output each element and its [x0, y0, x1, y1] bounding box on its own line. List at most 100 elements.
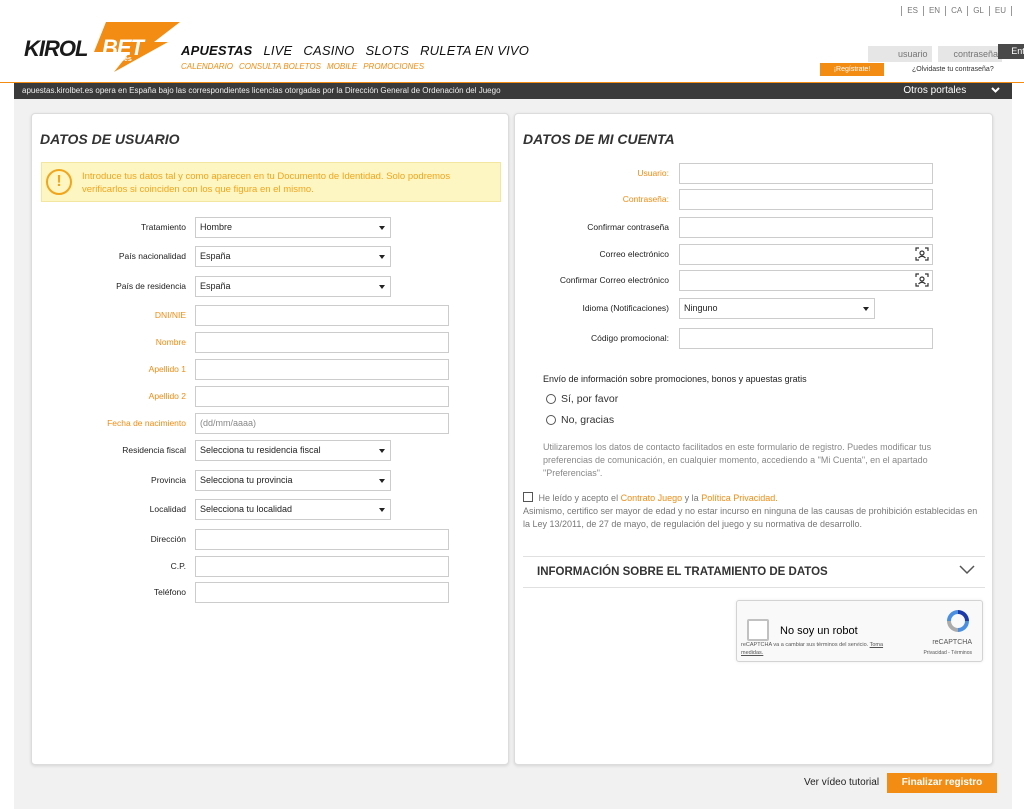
register-button[interactable]: ¡Regístrate!	[820, 63, 884, 76]
confirmar-contrasena-input[interactable]	[679, 217, 933, 238]
politica-privacidad-link[interactable]: Política Privacidad.	[701, 493, 778, 503]
field-label: Teléfono	[153, 587, 186, 597]
field-label: Código promocional:	[591, 333, 669, 343]
form-row-confirmar-contrasena: Confirmar contraseña	[515, 217, 975, 238]
nav-apuestas[interactable]: APUESTAS	[181, 43, 252, 58]
residencia-fiscal-select[interactable]: Selecciona tu residencia fiscal	[195, 440, 391, 461]
nav-casino[interactable]: CASINO	[303, 43, 354, 58]
video-tutorial-link[interactable]: Ver vídeo tutorial	[804, 777, 879, 788]
fecha-nacimiento-input[interactable]: (dd/mm/aaaa)	[195, 413, 449, 434]
identity-warning: ! Introduce tus datos tal y como aparece…	[41, 162, 501, 202]
sub-nav: CALENDARIO CONSULTA BOLETOS MOBILE PROMO…	[181, 62, 424, 71]
dni-input[interactable]	[195, 305, 449, 326]
usuario-input[interactable]	[679, 163, 933, 184]
field-label: Dirección	[150, 534, 186, 544]
contrato-juego-link[interactable]: Contrato Juego	[621, 493, 683, 503]
language-switcher: ES EN CA GL EU	[901, 6, 1012, 16]
radio-circle	[546, 394, 556, 404]
lang-es[interactable]: ES	[901, 6, 923, 16]
lang-gl[interactable]: GL	[967, 6, 989, 16]
terms-checkbox[interactable]	[523, 492, 533, 502]
promo-title: Envío de información sobre promociones, …	[543, 374, 807, 384]
field-label: Correo electrónico	[599, 249, 669, 259]
lang-ca[interactable]: CA	[945, 6, 967, 16]
recaptcha-widget: No soy un robot reCAPTCHA va a cambiar s…	[736, 600, 983, 662]
lang-eu[interactable]: EU	[988, 6, 1012, 16]
account-data-panel: DATOS DE MI CUENTA Usuario: Contraseña: …	[514, 113, 993, 765]
kirolbet-logo[interactable]: KIROL BET .es	[24, 22, 180, 72]
nav-ruleta[interactable]: RULETA EN VIVO	[420, 43, 529, 58]
nav-slots[interactable]: SLOTS	[365, 43, 409, 58]
tratamiento-select[interactable]: Hombre	[195, 217, 391, 238]
pais-residencia-select[interactable]: España	[195, 276, 391, 297]
cp-input[interactable]	[195, 556, 449, 577]
subnav-calendario[interactable]: CALENDARIO	[181, 62, 233, 71]
radio-circle	[546, 415, 556, 425]
finish-registration-button[interactable]: Finalizar registro	[887, 773, 997, 793]
telefono-input[interactable]	[195, 582, 449, 603]
field-label: Apellido 1	[148, 364, 186, 374]
form-row-apellido2: Apellido 2	[32, 386, 492, 407]
form-row-apellido1: Apellido 1	[32, 359, 492, 380]
idioma-select[interactable]: Ninguno	[679, 298, 875, 319]
license-text: apuestas.kirolbet.es opera en España baj…	[22, 86, 501, 95]
contrasena-input[interactable]	[679, 189, 933, 210]
registration-area: DATOS DE USUARIO ! Introduce tus datos t…	[14, 99, 1012, 809]
field-label: Confirmar Correo electrónico	[559, 275, 669, 285]
terms-prefix: He leído y acepto el	[538, 493, 619, 503]
main-nav: APUESTAS LIVE CASINO SLOTS RULETA EN VIV…	[181, 43, 529, 58]
form-row-dni: DNI/NIE	[32, 305, 492, 326]
login-password-input[interactable]	[938, 46, 1002, 62]
subnav-mobile[interactable]: MOBILE	[327, 62, 357, 71]
form-row-localidad: Localidad Selecciona tu localidad	[32, 499, 492, 520]
direccion-input[interactable]	[195, 529, 449, 550]
contact-card-icon[interactable]	[915, 273, 929, 287]
confirmar-correo-input[interactable]	[679, 270, 933, 291]
field-label: C.P.	[170, 561, 186, 571]
apellido1-input[interactable]	[195, 359, 449, 380]
recaptcha-checkbox[interactable]	[747, 619, 769, 641]
other-portals-label: Otros portales	[903, 85, 967, 96]
recaptcha-logo-icon	[947, 610, 969, 632]
form-row-nombre: Nombre	[32, 332, 492, 353]
form-row-correo: Correo electrónico	[515, 244, 975, 265]
data-treatment-accordion[interactable]: INFORMACIÓN SOBRE EL TRATAMIENTO DE DATO…	[523, 556, 985, 588]
lang-en[interactable]: EN	[922, 6, 945, 16]
subnav-promociones[interactable]: PROMOCIONES	[363, 62, 424, 71]
form-row-contrasena: Contraseña:	[515, 189, 975, 210]
apellido2-input[interactable]	[195, 386, 449, 407]
promo-note: Utilizaremos los datos de contacto facil…	[543, 442, 932, 478]
form-row-confirmar-correo: Confirmar Correo electrónico	[515, 270, 975, 291]
chevron-down-icon	[959, 565, 975, 575]
pais-nacionalidad-select[interactable]: España	[195, 246, 391, 267]
provincia-select[interactable]: Selecciona tu provincia	[195, 470, 391, 491]
form-row-tratamiento: Tratamiento Hombre	[32, 217, 492, 238]
promo-yes-label: Sí, por favor	[561, 393, 619, 405]
codigo-promocional-input[interactable]	[679, 328, 933, 349]
localidad-select[interactable]: Selecciona tu localidad	[195, 499, 391, 520]
form-row-direccion: Dirección	[32, 529, 492, 550]
login-username-input[interactable]	[867, 46, 932, 62]
warning-icon: !	[46, 169, 72, 195]
form-row-codigo-promocional: Código promocional:	[515, 328, 975, 349]
field-label: Confirmar contraseña	[587, 222, 669, 232]
nav-live[interactable]: LIVE	[263, 43, 292, 58]
recaptcha-links[interactable]: Privacidad - Términos	[923, 650, 972, 656]
subnav-consulta-boletos[interactable]: CONSULTA BOLETOS	[239, 62, 321, 71]
field-label: País nacionalidad	[118, 251, 186, 261]
field-label: Idioma (Notificaciones)	[582, 303, 669, 313]
promo-no-radio[interactable]: No, gracias	[546, 414, 614, 426]
field-label: Residencia fiscal	[122, 445, 186, 455]
contact-card-icon[interactable]	[915, 247, 929, 261]
other-portals-dropdown[interactable]: Otros portales	[903, 83, 1000, 99]
field-label: Usuario:	[637, 168, 669, 178]
field-label: Tratamiento	[140, 222, 186, 232]
recaptcha-label: No soy un robot	[780, 625, 858, 637]
data-treatment-title: INFORMACIÓN SOBRE EL TRATAMIENTO DE DATO…	[537, 566, 828, 578]
chevron-down-icon	[991, 83, 1000, 99]
promo-yes-radio[interactable]: Sí, por favor	[546, 393, 618, 405]
correo-input[interactable]	[679, 244, 933, 265]
nombre-input[interactable]	[195, 332, 449, 353]
forgot-password-link[interactable]: ¿Olvidaste tu contraseña?	[912, 66, 994, 73]
login-enter-button[interactable]: Entrar	[997, 44, 1024, 59]
